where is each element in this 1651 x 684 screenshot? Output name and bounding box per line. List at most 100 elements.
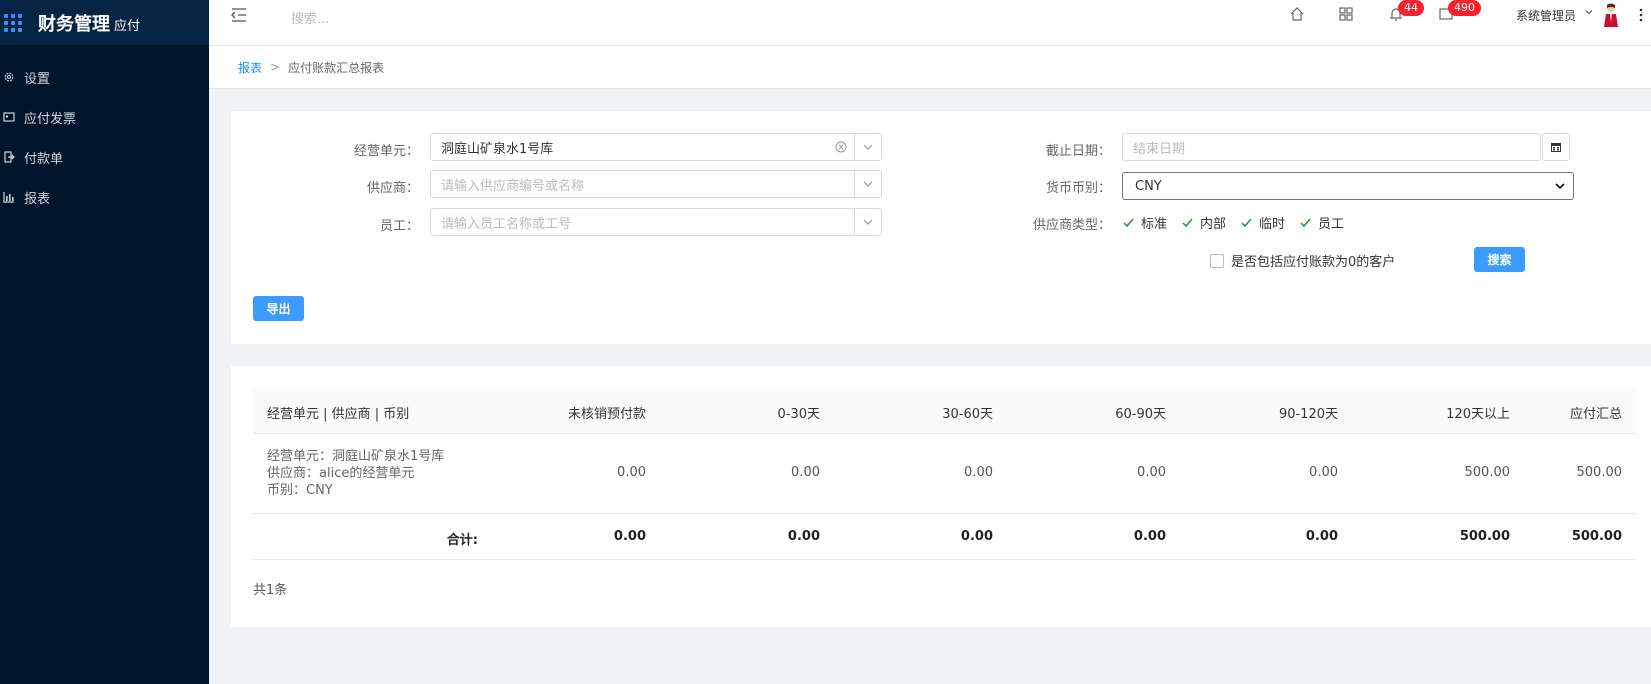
breadcrumb-current: 应付账款汇总报表 — [288, 60, 385, 75]
column-header: 0-30天 — [777, 407, 820, 422]
total-cell: 0.00 — [1305, 529, 1338, 544]
table-cell: 500.00 — [1464, 465, 1511, 480]
total-cell: 0.00 — [960, 529, 993, 544]
check-icon — [1123, 218, 1134, 228]
chevron-down-icon[interactable] — [854, 134, 881, 160]
sidebar-item-invoices[interactable]: 应付发票 — [0, 97, 209, 137]
messages-button[interactable]: 490 — [1438, 0, 1481, 22]
table-row: 经营单元：洞庭山矿泉水1号库 供应商：alice的经营单元 币别：CNY 0.0… — [253, 434, 1636, 514]
business-unit-value: 洞庭山矿泉水1号库 — [441, 141, 554, 157]
app-title: 财务管理 — [38, 13, 110, 35]
employee-placeholder: 请输入员工名称或工号 — [441, 216, 572, 232]
sidebar-item-label: 付款单 — [24, 151, 64, 167]
record-count: 共1条 — [253, 583, 288, 598]
currency-label: 货币币别： — [1045, 181, 1111, 196]
check-icon — [1182, 218, 1193, 228]
calendar-icon — [1551, 143, 1561, 152]
column-header: 应付汇总 — [1569, 407, 1622, 422]
total-cell: 0.00 — [1133, 529, 1166, 544]
more-vertical-icon[interactable] — [1639, 8, 1643, 22]
employee-select[interactable]: 请输入员工名称或工号 — [430, 208, 882, 236]
column-header: 未核销预付款 — [567, 407, 646, 422]
chevron-down-icon — [1555, 183, 1565, 190]
filter-panel: 经营单元： 洞庭山矿泉水1号库 供应商： 请输入供应商编号或名称 员工： 请输入… — [231, 111, 1651, 344]
row-business-unit: 经营单元：洞庭山矿泉水1号库 — [267, 449, 445, 464]
avatar[interactable] — [1601, 3, 1621, 27]
chevron-down-icon[interactable] — [854, 171, 881, 197]
checkbox-box[interactable] — [1210, 253, 1224, 268]
header-search-input[interactable]: 搜索... — [291, 8, 329, 27]
app-subtitle: 应付 — [114, 19, 141, 34]
checkbox-label: 员工 — [1318, 217, 1345, 232]
total-label: 合计: — [446, 533, 478, 548]
table-cell: 0.00 — [791, 465, 820, 480]
home-icon[interactable] — [1289, 6, 1305, 22]
table-cell: 0.00 — [964, 465, 993, 480]
supplier-label: 供应商： — [366, 181, 419, 196]
top-header: 搜索... 44 490 系统管理员 — [209, 0, 1651, 46]
supplier-placeholder: 请输入供应商编号或名称 — [441, 178, 585, 194]
apps-icon[interactable] — [1338, 6, 1354, 22]
calendar-button[interactable] — [1542, 133, 1570, 161]
checkbox-label: 临时 — [1259, 217, 1286, 232]
check-icon — [1241, 218, 1252, 228]
row-currency: 币别：CNY — [267, 483, 333, 498]
sidebar-item-reports[interactable]: 报表 — [0, 177, 209, 217]
end-date-input[interactable]: 结束日期 — [1122, 133, 1541, 161]
invoice-icon — [2, 110, 16, 124]
column-header: 30-60天 — [942, 407, 993, 422]
supplier-type-checkboxes: 标准 内部 临时 员工 — [1122, 213, 1358, 232]
gear-icon — [2, 70, 16, 84]
clear-icon[interactable] — [835, 141, 847, 153]
export-button[interactable]: 导出 — [253, 296, 304, 321]
sidebar-item-settings[interactable]: 设置 — [0, 57, 209, 97]
sidebar-item-label: 报表 — [24, 191, 51, 207]
table-total-row: 合计: 0.00 0.00 0.00 0.00 0.00 500.00 500.… — [253, 514, 1636, 560]
column-header: 经营单元 | 供应商 | 币别 — [267, 407, 410, 422]
search-button[interactable]: 搜索 — [1474, 247, 1525, 272]
apps-grid-icon[interactable] — [4, 13, 22, 32]
table-cell: 0.00 — [1309, 465, 1338, 480]
column-header: 90-120天 — [1278, 407, 1338, 422]
payable-total-link[interactable]: 500.00 — [1577, 465, 1623, 480]
chevron-down-icon[interactable] — [854, 209, 881, 235]
sidebar: 财务管理 应付 设置 应付发票 付款单 报表 — [0, 0, 209, 684]
total-cell: 500.00 — [1571, 529, 1622, 544]
supplier-type-internal-checkbox[interactable]: 内部 — [1181, 213, 1226, 232]
sidebar-menu: 设置 应付发票 付款单 报表 — [0, 57, 209, 217]
user-menu[interactable]: 系统管理员 — [1516, 7, 1576, 24]
supplier-type-standard-checkbox[interactable]: 标准 — [1122, 213, 1167, 232]
supplier-type-temporary-checkbox[interactable]: 临时 — [1240, 213, 1285, 232]
business-unit-select[interactable]: 洞庭山矿泉水1号库 — [430, 133, 882, 161]
report-table-panel: 经营单元 | 供应商 | 币别 未核销预付款 0-30天 30-60天 60-9… — [231, 366, 1651, 627]
unapplied-prepayment-link[interactable]: 0.00 — [617, 465, 646, 480]
currency-select[interactable]: CNY — [1122, 172, 1574, 200]
messages-badge: 490 — [1448, 0, 1481, 16]
total-cell: 0.00 — [613, 529, 646, 544]
notifications-button[interactable]: 44 — [1388, 0, 1424, 22]
table-header-row: 经营单元 | 供应商 | 币别 未核销预付款 0-30天 30-60天 60-9… — [253, 388, 1636, 434]
chevron-down-icon[interactable] — [1585, 8, 1593, 16]
table-cell: 0.00 — [1137, 465, 1166, 480]
total-cell: 0.00 — [787, 529, 820, 544]
supplier-type-employee-checkbox[interactable]: 员工 — [1299, 213, 1344, 232]
currency-value: CNY — [1135, 178, 1162, 194]
supplier-select[interactable]: 请输入供应商编号或名称 — [430, 170, 882, 198]
sidebar-item-label: 应付发票 — [24, 111, 77, 127]
sidebar-item-payments[interactable]: 付款单 — [0, 137, 209, 177]
checkbox-label: 是否包括应付账款为0的客户 — [1231, 255, 1396, 270]
bar-chart-icon — [2, 190, 16, 204]
checkbox-label: 内部 — [1200, 217, 1227, 232]
payment-icon — [2, 150, 16, 164]
breadcrumb: 报表 > 应付账款汇总报表 — [209, 46, 1651, 89]
total-cell: 500.00 — [1459, 529, 1510, 544]
end-date-placeholder: 结束日期 — [1133, 141, 1186, 157]
notifications-badge: 44 — [1398, 0, 1424, 16]
row-description: 经营单元：洞庭山矿泉水1号库 供应商：alice的经营单元 币别：CNY — [267, 448, 444, 499]
column-header: 60-90天 — [1115, 407, 1166, 422]
include-zero-checkbox[interactable]: 是否包括应付账款为0的客户 — [1210, 251, 1395, 270]
breadcrumb-reports-link[interactable]: 报表 — [238, 59, 262, 76]
sidebar-item-label: 设置 — [24, 71, 51, 87]
row-supplier: 供应商：alice的经营单元 — [267, 466, 415, 481]
menu-collapse-icon[interactable] — [230, 7, 248, 23]
